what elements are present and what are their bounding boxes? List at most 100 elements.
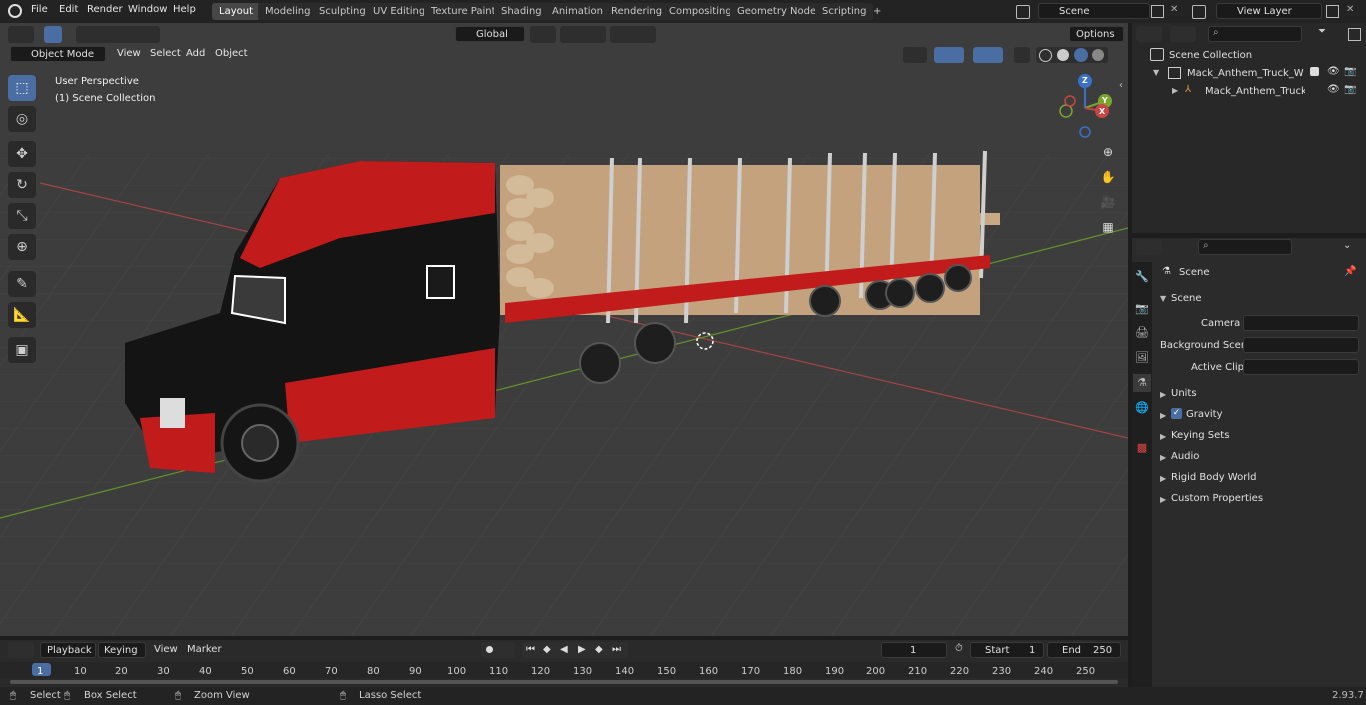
section-keying-sets[interactable]: Keying Sets (1171, 430, 1229, 441)
tab-uv-editing[interactable]: UV Editing (366, 3, 433, 20)
section-audio[interactable]: Audio (1171, 451, 1199, 462)
cursor-tool-icon[interactable]: ◎ (8, 106, 36, 132)
material-shading-icon[interactable] (1074, 48, 1088, 62)
camera-view-icon[interactable]: 🎥 (1097, 191, 1119, 213)
new-collection-icon[interactable] (1348, 28, 1361, 41)
overlay-toggle-icon[interactable] (973, 47, 1003, 63)
add-workspace-button[interactable]: + (866, 3, 888, 20)
measure-tool-icon[interactable]: 📐 (8, 302, 36, 328)
texture-tab-icon[interactable]: ▩ (1133, 439, 1151, 457)
3d-viewport[interactable] (0, 23, 1128, 636)
proportional-edit-icon[interactable] (610, 26, 656, 43)
section-gravity[interactable]: Gravity (1186, 409, 1223, 420)
xray-icon[interactable] (1014, 47, 1030, 63)
menu-view[interactable]: View (117, 48, 141, 59)
editor-type-button[interactable] (8, 26, 34, 43)
outliner-scene-collection[interactable]: Scene Collection (1169, 50, 1252, 61)
close-view-layer-icon[interactable]: ✕ (1346, 4, 1354, 15)
filter-icon[interactable]: ⏷ (1318, 26, 1326, 37)
menu-window[interactable]: Window (128, 4, 167, 15)
new-view-layer-icon[interactable] (1326, 5, 1339, 18)
move-tool-icon[interactable]: ✥ (8, 141, 36, 167)
expand-rigid-body-icon[interactable]: ▶ (1160, 474, 1166, 483)
tab-layout[interactable]: Layout (212, 3, 260, 20)
expand-gravity-icon[interactable]: ▶ (1160, 411, 1166, 420)
expand-object-icon[interactable]: ▶ (1172, 86, 1178, 95)
camera-render-icon[interactable]: 📷 (1344, 66, 1356, 77)
camera-field[interactable] (1243, 315, 1359, 331)
menu-select[interactable]: Select (150, 48, 181, 59)
menu-help[interactable]: Help (173, 4, 196, 15)
tab-sculpting[interactable]: Sculpting (312, 3, 373, 20)
scale-tool-icon[interactable]: ⤡ (8, 203, 36, 229)
properties-editor-type-button[interactable] (1136, 239, 1162, 255)
eye-icon[interactable]: 👁 (1327, 66, 1340, 77)
output-tab-icon[interactable]: 🖨 (1133, 324, 1151, 342)
wireframe-shading-icon[interactable] (1039, 49, 1052, 62)
gizmo-y-label[interactable]: Y (1102, 96, 1108, 105)
gizmo-x-label[interactable]: X (1099, 107, 1105, 116)
view-layer-selector[interactable]: View Layer (1216, 3, 1322, 19)
tab-scripting[interactable]: Scripting (815, 3, 874, 20)
keying-menu[interactable]: Keying (98, 642, 146, 658)
expand-audio-icon[interactable]: ▶ (1160, 453, 1166, 462)
blender-logo-icon[interactable] (8, 4, 22, 18)
collapse-scene-icon[interactable]: ▼ (1160, 294, 1166, 303)
visibility-icon[interactable] (903, 47, 927, 63)
tab-texture-paint[interactable]: Texture Paint (424, 3, 503, 20)
section-rigid-body-world[interactable]: Rigid Body World (1171, 472, 1256, 483)
outliner-search-input[interactable] (1208, 26, 1302, 42)
scene-tab-icon[interactable]: ⚗ (1133, 374, 1151, 392)
expand-custom-props-icon[interactable]: ▶ (1160, 495, 1166, 504)
playback-menu[interactable]: Playback (40, 642, 96, 658)
jump-start-icon[interactable]: ⏮ (526, 642, 535, 658)
end-frame-field[interactable]: End 250 (1047, 642, 1121, 658)
tool-tab-icon[interactable]: 🔧 (1133, 268, 1151, 286)
section-custom-properties[interactable]: Custom Properties (1171, 493, 1263, 504)
section-units[interactable]: Units (1171, 388, 1197, 399)
transform-tool-icon[interactable]: ⊕ (8, 234, 36, 260)
sidebar-toggle-icon[interactable]: ‹ (1119, 80, 1123, 91)
pivot-icon[interactable] (530, 26, 556, 43)
select-mode-icons[interactable] (76, 26, 160, 43)
background-scene-field[interactable] (1243, 337, 1359, 353)
pan-hand-icon[interactable]: ✋ (1097, 166, 1119, 188)
rendered-shading-icon[interactable] (1092, 49, 1104, 61)
timeline-editor-type-button[interactable] (8, 642, 34, 658)
solid-shading-icon[interactable] (1057, 49, 1069, 61)
gravity-checkbox[interactable]: ✓ (1171, 408, 1182, 419)
eye-icon[interactable]: 👁 (1327, 84, 1340, 95)
play-icon[interactable]: ▶ (578, 642, 586, 658)
play-reverse-icon[interactable]: ◀ (560, 642, 568, 658)
tab-compositing[interactable]: Compositing (662, 3, 739, 20)
start-frame-field[interactable]: Start 1 (970, 642, 1044, 658)
select-box-tool-icon[interactable]: ⬚ (8, 75, 36, 101)
expand-keying-sets-icon[interactable]: ▶ (1160, 432, 1166, 441)
timeline-view-menu[interactable]: View (154, 644, 178, 655)
chevron-down-icon[interactable]: ⌄ (1343, 240, 1351, 251)
menu-file[interactable]: File (31, 4, 48, 15)
menu-object[interactable]: Object (215, 48, 248, 59)
timeline-scrollbar[interactable] (10, 680, 1118, 684)
checkbox-icon[interactable] (1310, 67, 1319, 76)
menu-render[interactable]: Render (87, 4, 123, 15)
tab-animation[interactable]: Animation (545, 3, 610, 20)
stopwatch-icon[interactable]: ⏱ (955, 643, 963, 654)
transform-orientation-select[interactable]: Global (455, 26, 525, 42)
gizmo-toggle-icon[interactable] (934, 47, 964, 63)
tab-geometry-nodes[interactable]: Geometry Nodes (730, 3, 829, 20)
select-tool-icon[interactable] (44, 26, 62, 43)
rotate-tool-icon[interactable]: ↻ (8, 172, 36, 198)
annotate-tool-icon[interactable]: ✎ (8, 271, 36, 297)
scene-panel-title[interactable]: Scene (1171, 293, 1202, 304)
close-scene-icon[interactable]: ✕ (1170, 4, 1178, 15)
jump-end-icon[interactable]: ⏭ (612, 642, 621, 658)
scene-selector[interactable]: Scene (1038, 3, 1150, 19)
outliner-editor-type-button[interactable] (1136, 26, 1162, 42)
expand-collection-icon[interactable]: ▼ (1153, 68, 1159, 77)
world-tab-icon[interactable]: 🌐 (1133, 399, 1151, 417)
outliner-display-mode-button[interactable] (1170, 26, 1196, 42)
outliner-item-collection[interactable]: Mack_Anthem_Truck_With_Lo (1187, 68, 1304, 79)
tab-modeling[interactable]: Modeling (258, 3, 318, 20)
view-layer-tab-icon[interactable]: 🖼 (1133, 349, 1151, 367)
